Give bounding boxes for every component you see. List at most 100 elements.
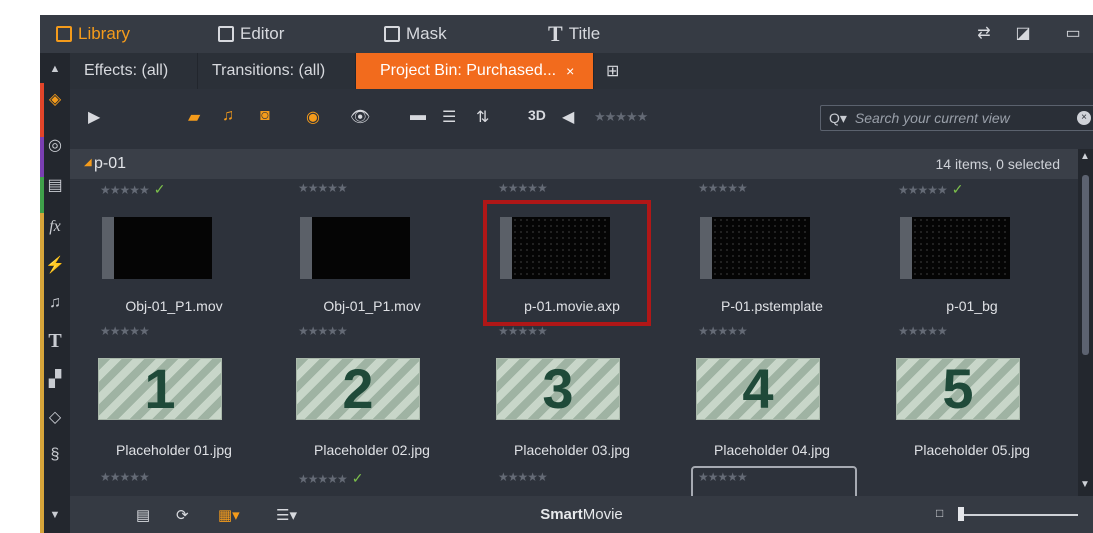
rating-stars[interactable]: ★★★★★ (898, 324, 948, 338)
file-name[interactable]: Placeholder 02.jpg (272, 442, 472, 458)
checkmark-icon: ✓ (351, 470, 364, 486)
file-name[interactable]: Placeholder 05.jpg (872, 442, 1072, 458)
template-thumbnail[interactable] (700, 217, 810, 279)
nav-editor-label: Editor (240, 24, 285, 43)
clear-search-icon[interactable]: × (1077, 111, 1091, 125)
sort-icon[interactable]: ⇅ (476, 107, 489, 127)
tab-transitions[interactable]: Transitions: (all) (198, 53, 356, 89)
library-icon (56, 26, 72, 42)
music-icon[interactable]: ♫ (40, 289, 70, 317)
background-thumbnail[interactable] (900, 217, 1010, 279)
scroll-down-icon[interactable]: ▼ (40, 501, 70, 529)
tab-transitions-label: Transitions: (all) (212, 62, 326, 79)
tab-project-bin[interactable]: Project Bin: Purchased... × (356, 53, 594, 89)
checkmark-icon: ✓ (951, 181, 964, 197)
nav-mask-label: Mask (406, 24, 447, 43)
small-thumb-icon[interactable]: □ (936, 506, 943, 520)
tab-effects-label: Effects: (all) (84, 62, 169, 79)
scroll-thumb[interactable] (1082, 175, 1089, 355)
rating-stars[interactable]: ★★★★★ (698, 324, 748, 338)
nav-library-label: Library (78, 24, 130, 43)
placeholder-thumbnail[interactable]: 1 (98, 358, 222, 420)
collapse-triangle-icon[interactable]: ◢ (84, 157, 92, 168)
nav-mask[interactable]: Mask (384, 15, 447, 53)
layers-icon[interactable]: ◇ (40, 403, 70, 431)
tag-icon[interactable]: ◀ (562, 107, 574, 127)
placeholder-number: 1 (144, 357, 176, 420)
file-name[interactable]: p-01_bg (872, 298, 1072, 314)
scroll-up-icon[interactable]: ▲ (40, 55, 70, 83)
rating-stars[interactable]: ★★★★★ (298, 324, 348, 338)
group-name: p-01 (94, 155, 127, 172)
rating-stars[interactable]: ★★★★★ ✓ (298, 470, 364, 487)
scroll-up-arrow[interactable]: ▲ (1080, 151, 1090, 162)
project-filter-icon[interactable]: ◉ (306, 107, 320, 127)
rating-stars[interactable]: ★★★★★ (100, 324, 150, 338)
collections-icon[interactable]: ▤ (40, 171, 70, 199)
thumbnail-size-slider[interactable] (958, 507, 1078, 521)
group-header[interactable]: ◢ p-01 14 items, 0 selected (70, 149, 1078, 179)
file-name[interactable]: Placeholder 03.jpg (472, 442, 672, 458)
import-icon[interactable]: ▶ (88, 107, 100, 127)
tab-effects[interactable]: Effects: (all) (70, 53, 198, 89)
placeholder-thumbnail[interactable]: 5 (896, 358, 1020, 420)
app-window: Library Editor Mask T Title ⇄ ◪ ▭ ▲ ◈ ◎ … (40, 15, 1093, 533)
rating-stars[interactable]: ★★★★★ (100, 470, 150, 484)
scroll-down-arrow[interactable]: ▼ (1080, 479, 1090, 490)
view-list-icon[interactable]: ☰ (442, 107, 456, 127)
mask-icon (384, 26, 400, 42)
placeholder-number: 4 (742, 357, 774, 420)
rating-filter[interactable]: ★★★★★ (594, 109, 648, 125)
rating-stars[interactable]: ★★★★★ (498, 181, 548, 195)
vertical-scrollbar[interactable]: ▲ ▼ (1078, 149, 1093, 496)
rating-stars[interactable]: ★★★★★ (498, 470, 548, 484)
close-icon[interactable]: × (566, 63, 574, 79)
preview-eye-icon[interactable]: 👁 (350, 107, 370, 127)
top-navigation: Library Editor Mask T Title ⇄ ◪ ▭ (40, 15, 1093, 53)
folder-icon[interactable]: ▬ (410, 107, 426, 125)
nav-editor[interactable]: Editor (218, 15, 284, 53)
file-name[interactable]: P-01.pstemplate (672, 298, 872, 314)
tab-bar: Effects: (all) Transitions: (all) Projec… (70, 53, 1093, 89)
placeholder-thumbnail[interactable]: 4 (696, 358, 820, 420)
swap-icon[interactable]: ⇄ (975, 25, 993, 43)
search-placeholder: Search your current view (854, 110, 1010, 126)
search-input[interactable]: Q▾ Search your current view × (820, 105, 1093, 131)
rating-stars[interactable]: ★★★★★ (498, 324, 548, 338)
montage-icon[interactable]: ▞ (40, 365, 70, 393)
bottom-bar: ▤ ⟳ ▦▾ ☰▾ SmartMovie □ □ (70, 496, 1093, 533)
fx-icon[interactable]: fx (40, 213, 70, 241)
title-text-icon[interactable]: T (40, 327, 70, 355)
placeholder-thumbnail[interactable]: 3 (496, 358, 620, 420)
rating-stars[interactable]: ★★★★★ ✓ (898, 181, 964, 198)
library-toolbar: ▶ ▰ ♫ ◙ ◉ 👁 ▬ ☰ ⇅ 3D ◀ ★★★★★ Q▾ Search y… (70, 89, 1093, 149)
layout-icon[interactable]: ▭ (1064, 25, 1082, 43)
video-thumbnail[interactable] (102, 217, 212, 279)
project-bin-icon[interactable]: ◈ (40, 85, 70, 113)
video-filter-icon[interactable]: ▰ (188, 107, 200, 127)
slider-knob[interactable] (958, 507, 964, 521)
new-tab-icon[interactable]: ⊞ (600, 53, 640, 89)
3d-filter-button[interactable]: 3D (528, 107, 546, 123)
file-name[interactable]: Placeholder 01.jpg (74, 442, 274, 458)
rating-stars[interactable]: ★★★★★ (698, 181, 748, 195)
rating-stars[interactable]: ★★★★★ ✓ (100, 181, 166, 198)
search-icon[interactable]: Q▾ (829, 110, 847, 127)
file-name[interactable]: Obj-01_P1.mov (74, 298, 274, 314)
nav-title-label: Title (568, 24, 601, 43)
undock-icon[interactable]: ◪ (1014, 25, 1032, 43)
score-icon[interactable]: § (40, 441, 70, 469)
nav-library[interactable]: Library (56, 15, 130, 53)
placeholder-thumbnail[interactable]: 2 (296, 358, 420, 420)
rating-stars[interactable]: ★★★★★ (298, 181, 348, 195)
photo-filter-icon[interactable]: ◙ (260, 107, 270, 125)
transitions-icon[interactable]: ⚡ (40, 251, 70, 279)
file-name[interactable]: Obj-01_P1.mov (272, 298, 472, 314)
editor-icon (218, 26, 234, 42)
video-thumbnail[interactable] (300, 217, 410, 279)
file-name[interactable]: Placeholder 04.jpg (672, 442, 872, 458)
selection-highlight (483, 200, 651, 326)
nav-title[interactable]: T Title (548, 15, 600, 53)
audio-filter-icon[interactable]: ♫ (222, 107, 234, 125)
disc-icon[interactable]: ◎ (40, 131, 70, 159)
